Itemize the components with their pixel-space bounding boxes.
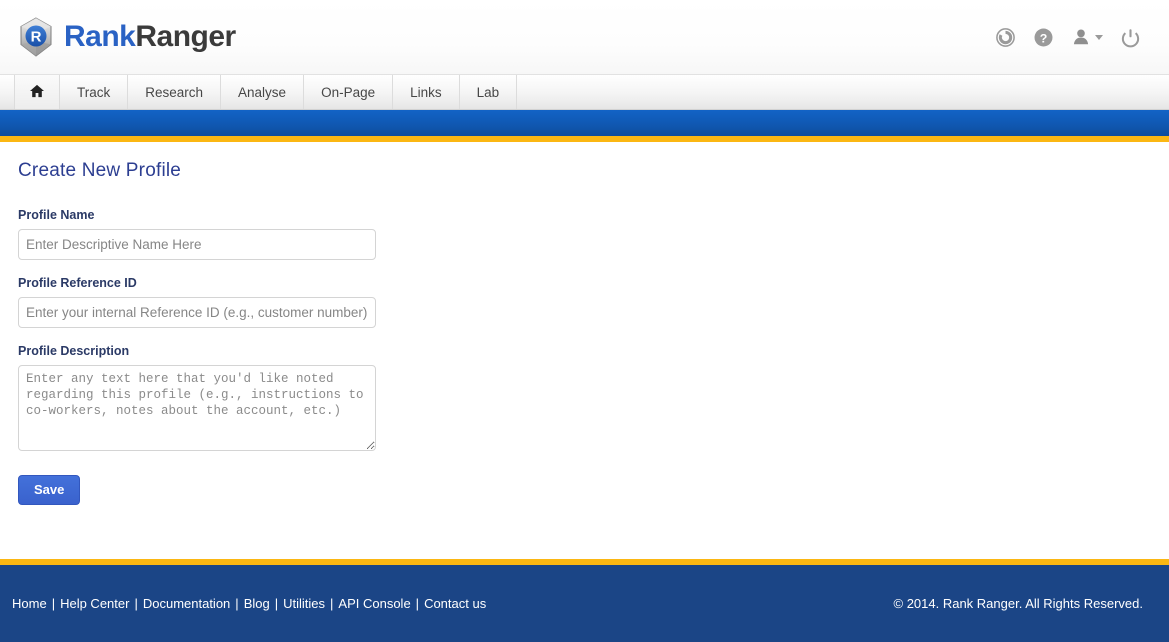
- label-profile-name: Profile Name: [18, 208, 95, 222]
- footer-link-contact-us[interactable]: Contact us: [424, 596, 486, 611]
- nav-item-analyse[interactable]: Analyse: [221, 75, 305, 109]
- profile-reference-id-input[interactable]: [18, 297, 376, 328]
- copyright-text: © 2014. Rank Ranger. All Rights Reserved…: [893, 596, 1144, 611]
- nav-item-lab[interactable]: Lab: [460, 75, 518, 109]
- app-footer: Home | Help Center | Documentation | Blo…: [0, 559, 1169, 642]
- footer-link-blog[interactable]: Blog: [244, 596, 270, 611]
- power-icon[interactable]: [1119, 26, 1141, 48]
- label-profile-description: Profile Description: [18, 344, 130, 358]
- brand-logo[interactable]: R RankRanger: [14, 15, 236, 59]
- footer-separator: |: [415, 596, 420, 611]
- refresh-icon[interactable]: [994, 26, 1016, 48]
- blue-band: [0, 110, 1169, 136]
- nav-item-links[interactable]: Links: [393, 75, 460, 109]
- svg-text:?: ?: [1039, 31, 1047, 45]
- page-title: Create New Profile: [18, 160, 182, 181]
- nav-item-on-page[interactable]: On-Page: [304, 75, 394, 109]
- footer-separator: |: [274, 596, 279, 611]
- brand-text: RankRanger: [64, 22, 236, 52]
- profile-description-textarea[interactable]: [18, 365, 376, 451]
- chevron-down-icon: [1095, 34, 1103, 40]
- footer-link-help-center[interactable]: Help Center: [60, 596, 129, 611]
- main-navigation: Track Research Analyse On-Page Links Lab: [0, 75, 1169, 110]
- footer-link-home[interactable]: Home: [12, 596, 47, 611]
- footer-separator: |: [134, 596, 138, 611]
- footer-link-api-console[interactable]: API Console: [338, 596, 410, 611]
- field-profile-name: Profile Name: [18, 208, 1169, 260]
- footer-link-utilities[interactable]: Utilities: [283, 596, 325, 611]
- user-menu[interactable]: [1070, 26, 1103, 48]
- user-icon: [1070, 26, 1092, 48]
- help-icon[interactable]: ?: [1032, 26, 1054, 48]
- main-content: Create New Profile Profile Name Profile …: [0, 142, 1169, 559]
- app-header: R RankRanger ?: [0, 0, 1169, 75]
- profile-name-input[interactable]: [18, 229, 376, 260]
- footer-separator: |: [235, 596, 239, 611]
- field-profile-description: Profile Description: [18, 344, 1169, 451]
- brand-text-rank: Rank: [64, 20, 136, 53]
- brand-text-ranger: Ranger: [135, 20, 236, 53]
- nav-item-research[interactable]: Research: [128, 75, 222, 109]
- app-page: R RankRanger ? Track Research Analyse On…: [0, 0, 1169, 642]
- nav-item-home[interactable]: [14, 75, 60, 109]
- field-profile-reference-id: Profile Reference ID: [18, 276, 1169, 328]
- hexagon-gem-icon: R: [14, 15, 58, 59]
- nav-item-track[interactable]: Track: [60, 75, 129, 109]
- nav-filler: [517, 75, 1169, 109]
- footer-separator: |: [330, 596, 334, 611]
- svg-text:R: R: [31, 29, 42, 46]
- home-icon: [29, 84, 45, 101]
- save-button[interactable]: Save: [18, 475, 81, 505]
- footer-separator: |: [51, 596, 56, 611]
- footer-link-documentation[interactable]: Documentation: [143, 596, 230, 611]
- label-profile-reference-id: Profile Reference ID: [18, 276, 137, 290]
- header-icon-group: ?: [994, 26, 1151, 48]
- footer-link-list: Home | Help Center | Documentation | Blo…: [12, 596, 486, 611]
